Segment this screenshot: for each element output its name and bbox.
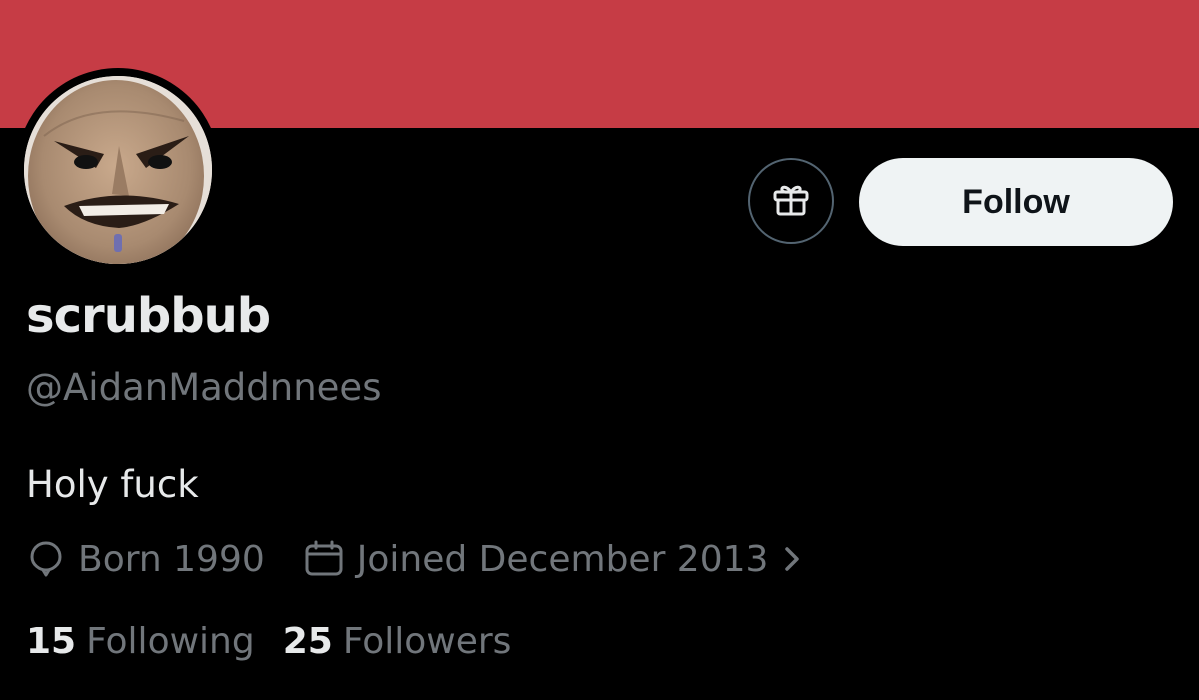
following-count: 15 xyxy=(26,620,77,662)
followers-count: 25 xyxy=(282,620,333,662)
birthday-item: Born 1990 xyxy=(26,539,265,580)
chevron-right-icon xyxy=(780,541,804,577)
gift-icon xyxy=(770,178,812,225)
birthday-text: Born 1990 xyxy=(78,538,265,580)
profile-bio: Holy fuck xyxy=(26,463,199,506)
following-link[interactable]: 15 Following xyxy=(26,621,255,662)
followers-link[interactable]: 25 Followers xyxy=(283,621,512,662)
user-handle: @AidanMaddnnees xyxy=(26,366,382,409)
calendar-icon xyxy=(303,539,345,579)
follow-button[interactable]: Follow xyxy=(859,158,1173,246)
avatar-image xyxy=(24,76,212,264)
joined-text: Joined December 2013 xyxy=(356,538,769,580)
balloon-icon xyxy=(26,539,66,579)
display-name: scrubbub xyxy=(26,288,271,344)
profile-meta: Born 1990 Joined December 2013 xyxy=(26,534,804,584)
joined-date-link[interactable]: Joined December 2013 xyxy=(303,539,805,580)
gift-button[interactable] xyxy=(748,158,834,244)
avatar[interactable] xyxy=(16,68,220,272)
followers-label: Followers xyxy=(342,620,512,662)
follow-stats: 15 Following 25 Followers xyxy=(26,616,511,666)
following-label: Following xyxy=(86,620,255,662)
